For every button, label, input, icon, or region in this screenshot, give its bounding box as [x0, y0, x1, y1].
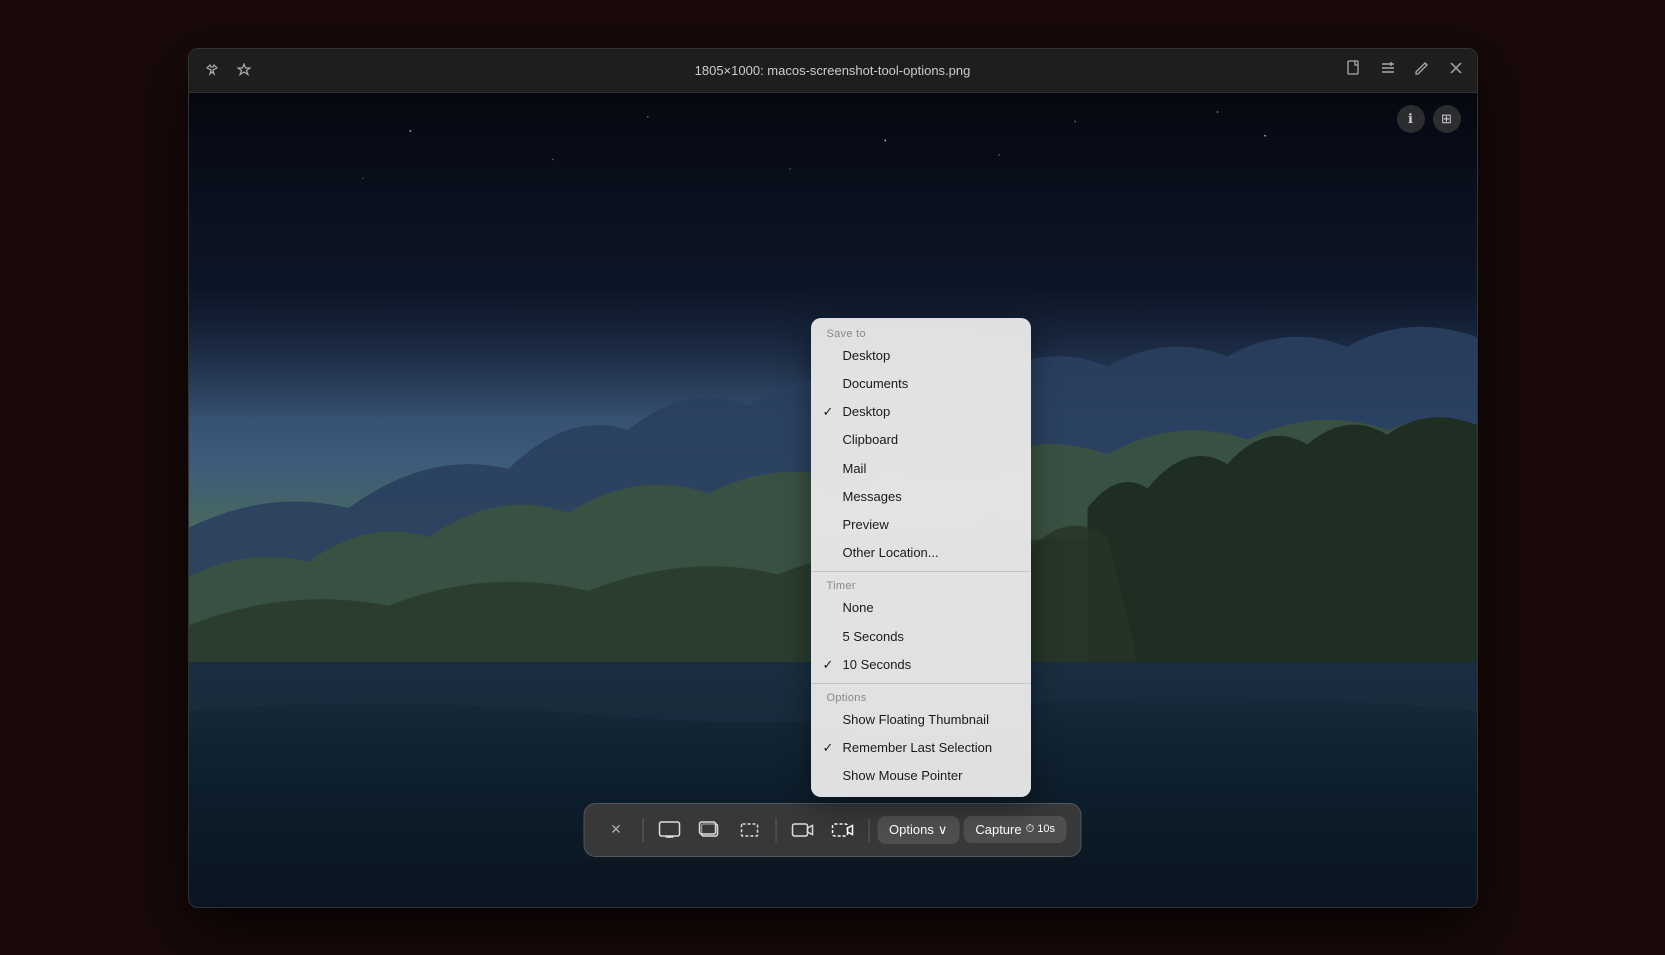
toolbar-divider-3: [868, 818, 869, 842]
menu-item-desktop-2[interactable]: Desktop: [811, 398, 1031, 426]
save-to-label: Save to: [811, 324, 1031, 342]
list-button[interactable]: [1379, 59, 1397, 82]
info-button[interactable]: ℹ: [1397, 105, 1425, 133]
toolbar-divider-1: [642, 818, 643, 842]
menu-item-clipboard[interactable]: Clipboard: [811, 426, 1031, 454]
pin-button[interactable]: [201, 59, 223, 81]
star-button[interactable]: [233, 59, 255, 81]
menu-item-5-seconds[interactable]: 5 Seconds: [811, 623, 1031, 651]
capture-timer-icon: ⏱ 10s: [1026, 823, 1055, 836]
menu-item-show-floating-thumbnail[interactable]: Show Floating Thumbnail: [811, 706, 1031, 734]
options-label: Options: [889, 822, 934, 837]
options-dropdown: Save to Desktop Documents Desktop Clipbo…: [811, 318, 1031, 797]
capture-window-button[interactable]: [691, 812, 727, 848]
edit-button[interactable]: [1413, 59, 1431, 82]
menu-item-desktop-1[interactable]: Desktop: [811, 342, 1031, 370]
capture-button[interactable]: Capture ⏱ 10s: [963, 816, 1067, 843]
options-button[interactable]: Options ∨: [877, 816, 959, 844]
screenshot-toolbar: ✕: [583, 803, 1082, 857]
menu-item-other-location[interactable]: Other Location...: [811, 539, 1031, 567]
capture-whole-screen-button[interactable]: [651, 812, 687, 848]
close-window-button[interactable]: [1447, 59, 1465, 82]
record-screen-button[interactable]: [784, 812, 820, 848]
options-section-label: Options: [811, 688, 1031, 706]
main-window: 1805×1000: macos-screenshot-tool-options…: [188, 48, 1478, 908]
timer-label: Timer: [811, 576, 1031, 594]
grid-button[interactable]: ⊞: [1433, 105, 1461, 133]
capture-label: Capture: [975, 822, 1021, 837]
toolbar-close-button[interactable]: ✕: [598, 812, 634, 848]
menu-item-preview[interactable]: Preview: [811, 511, 1031, 539]
menu-item-mail[interactable]: Mail: [811, 455, 1031, 483]
record-selection-button[interactable]: [824, 812, 860, 848]
options-chevron-icon: ∨: [938, 822, 948, 838]
separator-1: [811, 571, 1031, 572]
image-area: ℹ ⊞ Save to Desktop Documents Desktop Cl…: [189, 93, 1477, 907]
toolbar-divider-2: [775, 818, 776, 842]
menu-item-messages[interactable]: Messages: [811, 483, 1031, 511]
separator-2: [811, 683, 1031, 684]
window-title: 1805×1000: macos-screenshot-tool-options…: [695, 63, 971, 78]
new-file-button[interactable]: [1345, 59, 1363, 82]
info-icons-area: ℹ ⊞: [1397, 105, 1461, 133]
menu-item-10-seconds[interactable]: 10 Seconds: [811, 651, 1031, 679]
capture-selection-button[interactable]: [731, 812, 767, 848]
menu-item-show-mouse-pointer[interactable]: Show Mouse Pointer: [811, 762, 1031, 790]
menu-item-remember-last-selection[interactable]: Remember Last Selection: [811, 734, 1031, 762]
titlebar: 1805×1000: macos-screenshot-tool-options…: [189, 49, 1477, 93]
menu-item-documents[interactable]: Documents: [811, 370, 1031, 398]
menu-item-none[interactable]: None: [811, 594, 1031, 622]
titlebar-actions: [1345, 59, 1465, 82]
